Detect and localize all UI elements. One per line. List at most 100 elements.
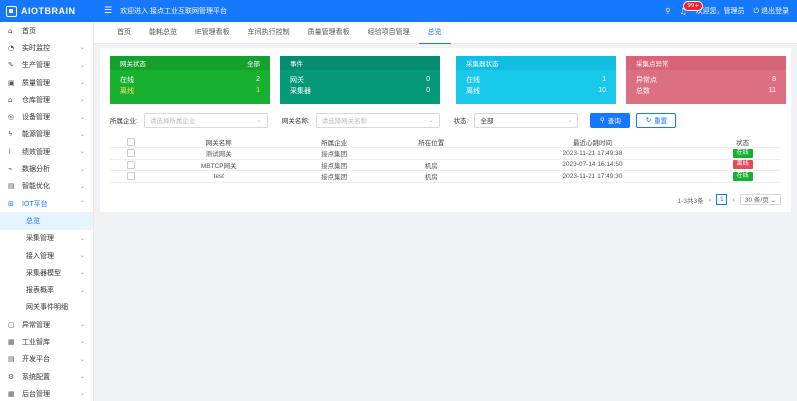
sidebar-item[interactable]: ▦ 工业智库 ⌄ [0, 333, 93, 350]
status-badge: 在线 [732, 148, 753, 158]
alert-icon: ▢ [8, 320, 15, 329]
card-stat-label: 离线 [120, 87, 134, 95]
sidebar-item-label: 采集器模型 [26, 269, 61, 277]
sidebar-item-label: 开发平台 [22, 356, 50, 364]
table-header-row: 网关名称 所属企业 所在位置 最近心跳时间 状态 [110, 136, 780, 148]
card-stat-row: 总数 11 [636, 85, 776, 96]
sidebar-item[interactable]: ✎ 生产管理 ⌄ [0, 57, 93, 74]
company-select[interactable]: 请选择所属企业 ⌄ [143, 112, 268, 128]
sidebar-subitem[interactable]: 采集器模型 ⌄ [0, 264, 93, 281]
select-all-checkbox[interactable] [127, 137, 135, 146]
sidebar-subitem[interactable]: 采集管理 ⌄ [0, 230, 93, 247]
chevron-down-icon: ⌄ [770, 196, 776, 204]
card-stat-row: 离线 1 [120, 85, 260, 96]
sidebar-item-label: 智能优化 [22, 183, 50, 191]
sidebar-item[interactable]: ⌁ 数据分析 ⌄ [0, 160, 93, 177]
collector-status-card[interactable]: 采集器状态 在线 1 离线 10 [456, 56, 616, 104]
page-number-button[interactable]: 1 [716, 194, 728, 205]
tab[interactable]: 质量管理看板 [299, 22, 359, 44]
sidebar-item[interactable]: ◎ 设备管理 ⌄ [0, 108, 93, 125]
logo-icon [6, 5, 17, 17]
next-page-icon[interactable]: › [732, 196, 735, 204]
search-button-label: 查询 [607, 118, 621, 125]
status-select[interactable]: 全部 ⌄ [474, 112, 579, 128]
row-checkbox[interactable] [127, 172, 135, 181]
tab[interactable]: 总览 [418, 22, 451, 44]
logout-button[interactable]: ⏻ 退出登录 [754, 6, 790, 16]
user-greeting[interactable]: 欢迎您，管理员 [696, 6, 745, 16]
sidebar-subitem[interactable]: 总览 [0, 212, 93, 230]
sidebar-item[interactable]: ⌇ 绩效管理 ⌄ [0, 143, 93, 160]
reset-button[interactable]: ↻ 重置 [636, 112, 677, 128]
column-header: 所在位置 [382, 136, 480, 148]
sidebar-item[interactable]: ϟ 能源管理 ⌄ [0, 126, 93, 143]
search-button[interactable]: ⚲ 查询 [590, 112, 631, 128]
sidebar-item[interactable]: ◔ 实时监控 ⌄ [0, 39, 93, 56]
card-stat-label: 在线 [120, 76, 134, 84]
chevron-down-icon: ⌄ [428, 116, 434, 124]
gateway-select[interactable]: 请选择网关名称 ⌄ [315, 112, 440, 128]
chevron-down-icon: ⌄ [79, 234, 85, 242]
tab[interactable]: 能耗总览 [140, 22, 186, 44]
card-stat-value: 2 [256, 76, 260, 83]
main-content: 网关状态 全部 在线 2 离线 1 事件 网关 0 采集器 0 采集器状态 在线 1 离线 10 采集点异常 异常… [100, 48, 791, 212]
card-stat-row: 网关 0 [290, 74, 430, 85]
row-checkbox[interactable] [127, 160, 135, 169]
chevron-down-icon: ⌄ [79, 286, 85, 294]
sidebar-item[interactable]: ⌂ 仓库管理 ⌄ [0, 91, 93, 108]
dev-icon: ▤ [8, 355, 15, 364]
row-checkbox[interactable] [127, 149, 135, 158]
card-stat-row: 离线 10 [466, 85, 606, 96]
column-header: 最近心跳时间 [479, 136, 706, 148]
chevron-down-icon: ⌄ [79, 269, 85, 277]
sidebar-item-label: 接入管理 [26, 252, 54, 260]
sidebar-subitem[interactable]: 报表概率 ⌄ [0, 281, 93, 298]
sidebar-item[interactable]: ⊞ IOT平台 ⌃ [0, 195, 93, 212]
logo[interactable]: AIOTBRAIN [0, 5, 94, 17]
chevron-down-icon: ⌄ [79, 252, 85, 259]
prev-page-icon[interactable]: ‹ [709, 196, 712, 204]
chevron-down-icon: ⌄ [79, 182, 85, 190]
card-stat-value: 11 [768, 87, 776, 94]
collection-point-card[interactable]: 采集点异常 异常点 8 总数 11 [626, 56, 786, 104]
settings-icon: ⚙ [8, 372, 15, 381]
event-card[interactable]: 事件 网关 0 采集器 0 [280, 56, 440, 104]
sidebar-item[interactable]: ⚙ 系统配置 ⌄ [0, 368, 93, 385]
page-size-select[interactable]: 30 条/页 ⌄ [739, 194, 781, 205]
gateway-status-card[interactable]: 网关状态 全部 在线 2 离线 1 [110, 56, 270, 104]
tab[interactable]: 经验项目管理 [359, 22, 419, 44]
card-stat-label: 异常点 [636, 76, 657, 84]
chevron-down-icon: ⌄ [79, 44, 85, 52]
search-icon[interactable]: ⚲ [665, 7, 670, 15]
card-header: 采集点异常 [626, 56, 786, 70]
table-row[interactable]: test 接点集团 机房 2023-11-21 17:49:30 在线 [110, 170, 780, 183]
card-stat-label: 网关 [290, 76, 304, 84]
sidebar-item[interactable]: ▢ 异常管理 ⌄ [0, 316, 93, 333]
sidebar-item-label: 绩效管理 [22, 148, 50, 156]
sidebar-item[interactable]: ▤ 开发平台 ⌄ [0, 351, 93, 368]
status-cell: 在线 [705, 147, 780, 160]
sidebar-item[interactable]: ▤ 智能优化 ⌄ [0, 178, 93, 195]
card-body: 异常点 8 总数 11 [626, 70, 786, 100]
tab[interactable]: 车间执行控制 [239, 22, 299, 44]
sidebar-item-label: 网关事件明细 [26, 304, 68, 312]
chevron-down-icon: ⌄ [79, 130, 85, 138]
chevron-down-icon: ⌄ [79, 390, 85, 398]
table-cell: 机房 [382, 170, 480, 183]
iot-icon: ⊞ [8, 199, 14, 208]
card-stat-row: 异常点 8 [636, 74, 776, 85]
notification-bell-icon[interactable]: ♫ 99+ [679, 0, 703, 16]
tab[interactable]: 首页 [108, 22, 140, 44]
sidebar-subitem[interactable]: 网关事件明细 [0, 299, 93, 316]
sidebar-item[interactable]: ▦ 后台管理 ⌄ [0, 385, 93, 401]
sidebar-item-label: 总览 [26, 217, 40, 225]
status-cell: 在线 [705, 170, 780, 183]
sidebar-item[interactable]: ▣ 质量管理 ⌄ [0, 74, 93, 91]
sidebar-item[interactable]: ⌂ 首页 [0, 22, 93, 39]
table-row[interactable]: MBTCP网关 接点集团 机房 2023-07-14 16:14:50 离线 [110, 159, 780, 171]
chevron-down-icon: ⌄ [79, 148, 85, 156]
menu-toggle-icon[interactable]: ☰ [104, 6, 112, 16]
sidebar-subitem[interactable]: 接入管理 ⌄ [0, 247, 93, 264]
table-row[interactable]: 测试网关 接点集团 2023-11-21 17:49:38 在线 [110, 147, 780, 160]
tab[interactable]: IE管理看板 [186, 22, 239, 44]
